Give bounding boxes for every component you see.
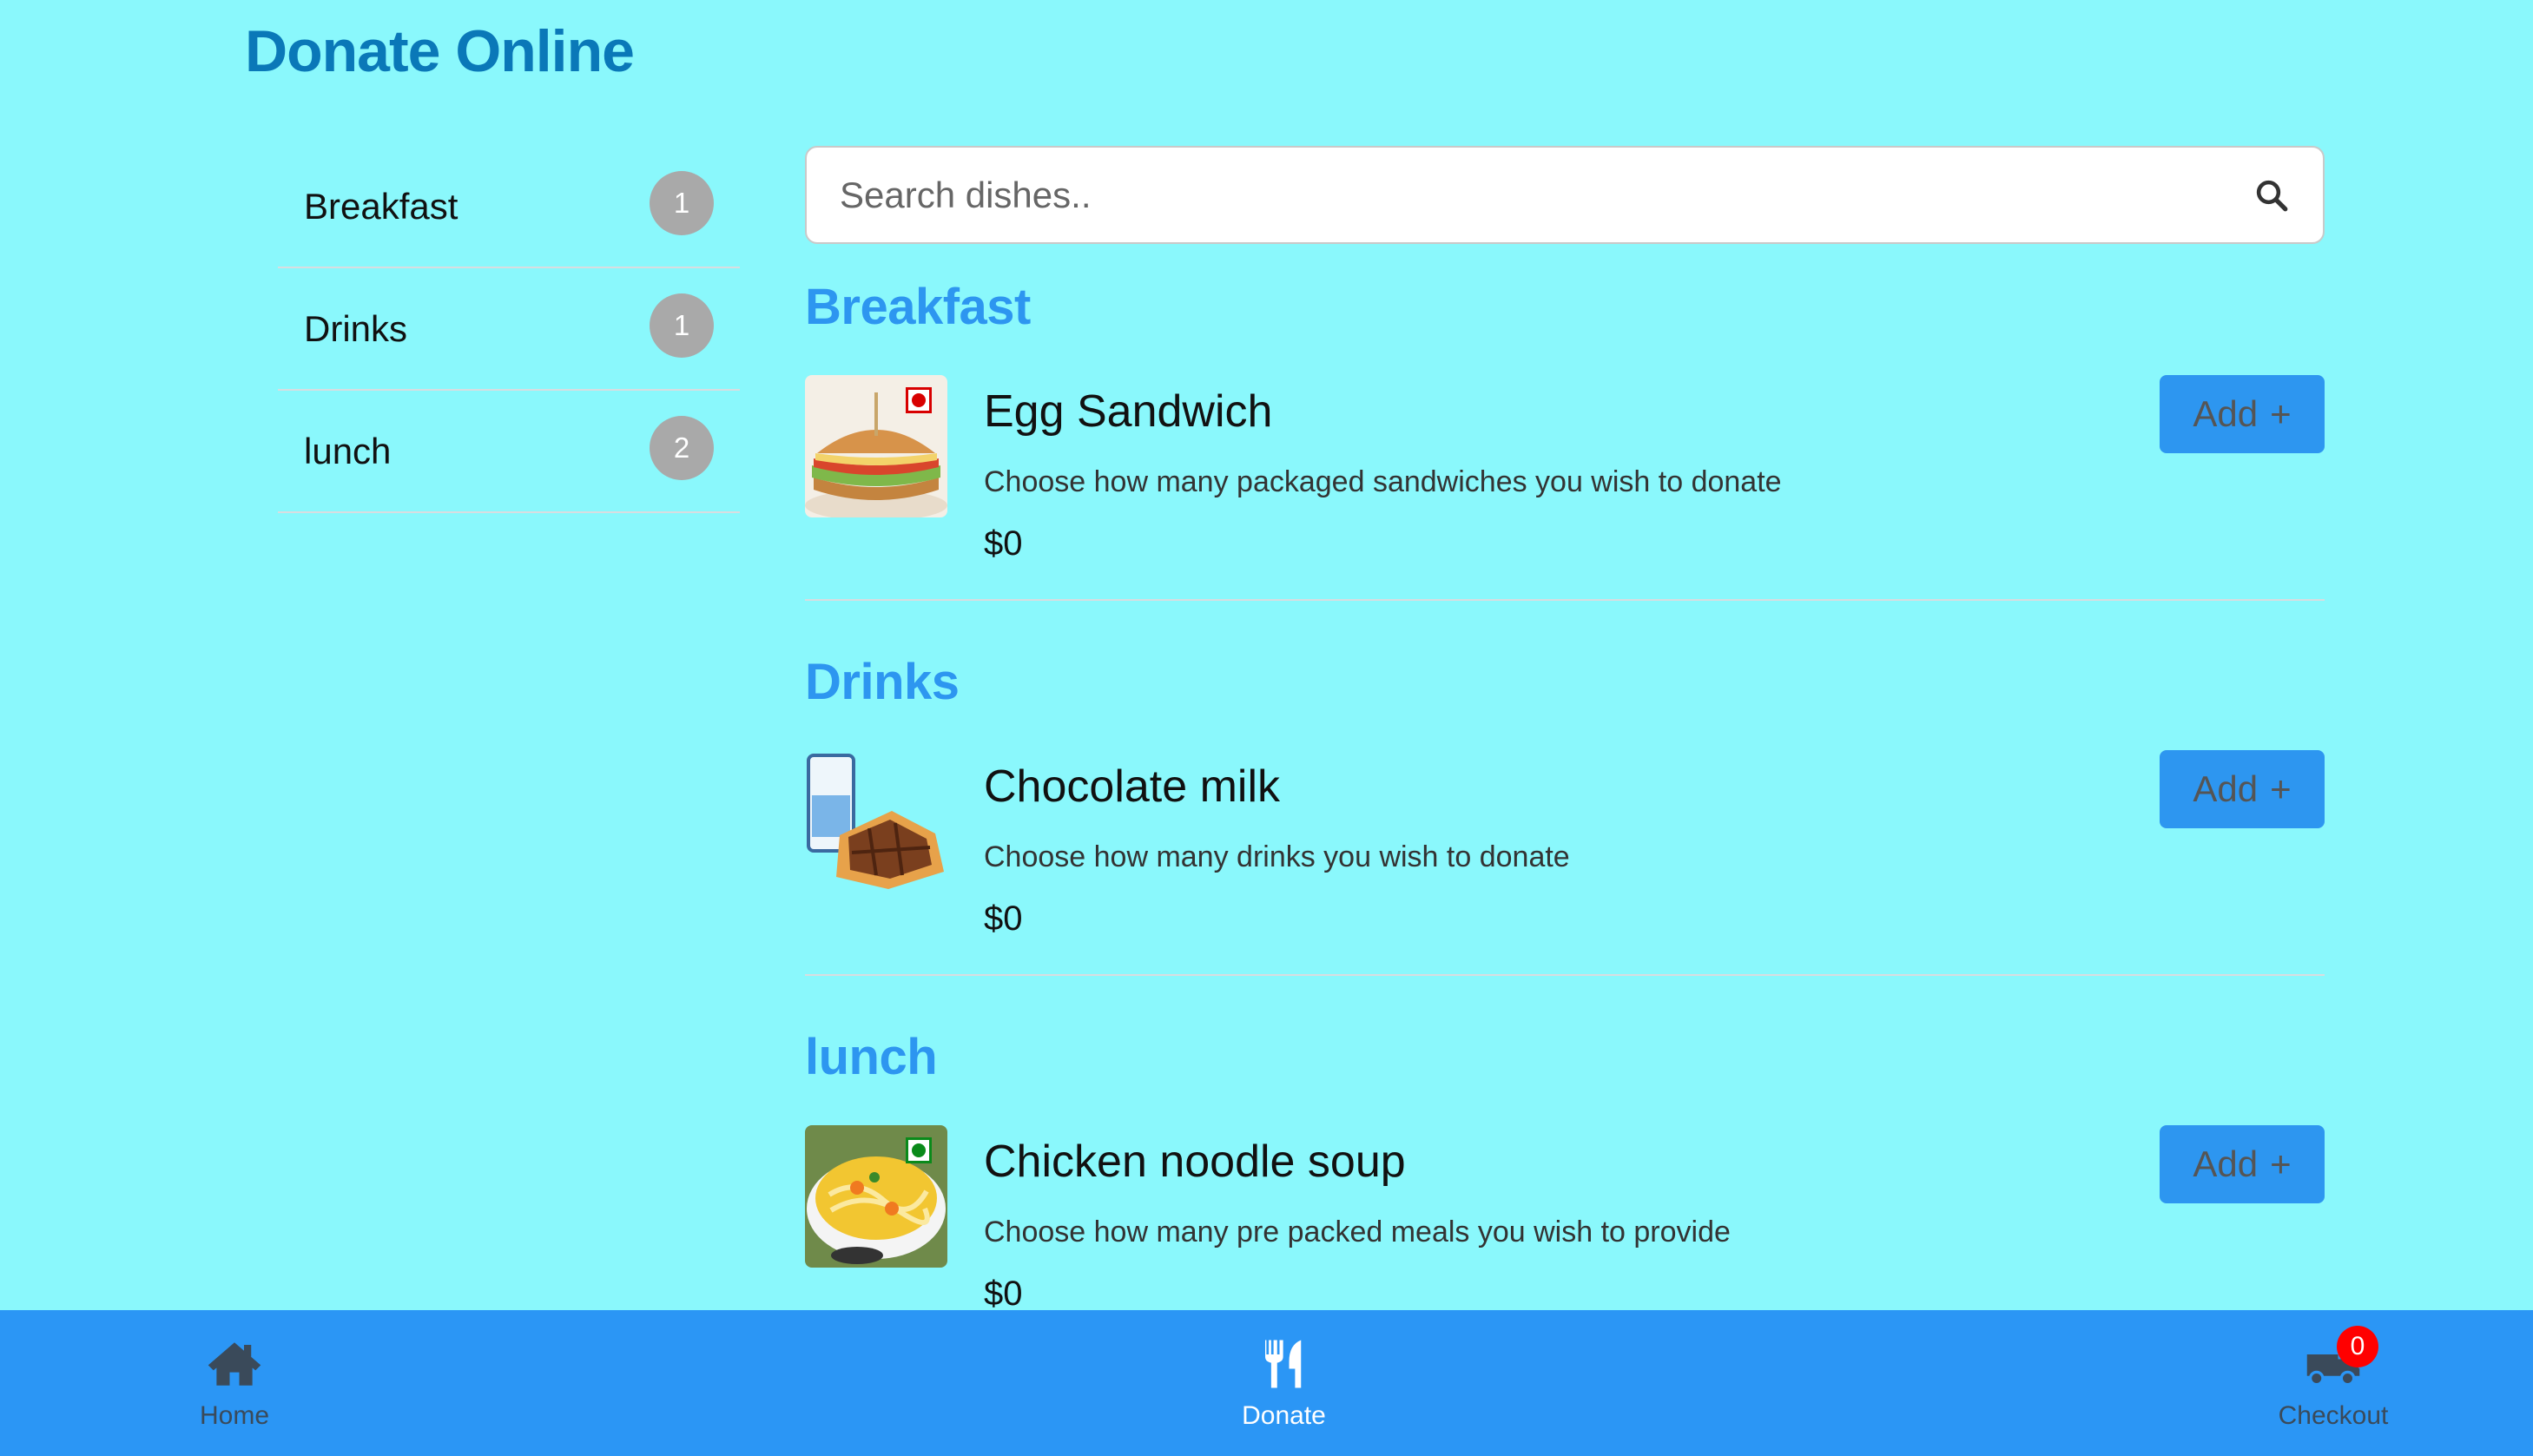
plus-icon: + xyxy=(2270,1143,2292,1184)
nav-home-label: Home xyxy=(199,1401,270,1430)
section-title: lunch xyxy=(805,1029,938,1085)
dish-list: Breakfast Egg Sandwich Choose how many p… xyxy=(805,278,2325,1351)
veg-mark-icon xyxy=(906,1137,932,1163)
utensils-icon xyxy=(1264,1340,1301,1388)
add-label: Add xyxy=(2193,393,2259,434)
sidebar-item-count: 2 xyxy=(650,415,714,480)
dish-name: Egg Sandwich xyxy=(984,386,1273,437)
search-bar xyxy=(805,146,2325,244)
add-button[interactable]: Add + xyxy=(2160,750,2325,828)
sidebar-item-count: 1 xyxy=(650,170,714,235)
nav-checkout[interactable]: 0 Checkout xyxy=(2264,1310,2403,1456)
sidebar-item-label: lunch xyxy=(304,430,392,471)
add-button[interactable]: Add + xyxy=(2160,375,2325,453)
dish-price: $0 xyxy=(984,1275,1023,1313)
add-label: Add xyxy=(2193,1143,2259,1184)
dish-item: Egg Sandwich Choose how many packaged sa… xyxy=(805,375,2325,601)
nav-donate-label: Donate xyxy=(1242,1401,1326,1430)
add-button[interactable]: Add + xyxy=(2160,1125,2325,1203)
sidebar-item-label: Breakfast xyxy=(304,185,458,227)
sidebar-item-label: Drinks xyxy=(304,307,408,349)
section-title: Breakfast xyxy=(805,279,1031,335)
page-title: Donate Online xyxy=(245,18,635,84)
dish-name: Chicken noodle soup xyxy=(984,1136,1406,1187)
non-veg-mark-icon xyxy=(906,387,932,413)
noodle-soup-image xyxy=(805,1125,947,1268)
section-title: Drinks xyxy=(805,654,960,710)
sidebar-item-drinks[interactable]: Drinks 1 xyxy=(278,268,740,391)
nav-donate[interactable]: Donate xyxy=(1215,1310,1354,1456)
plus-icon: + xyxy=(2270,768,2292,809)
dish-item: Chocolate milk Choose how many drinks yo… xyxy=(805,750,2325,976)
plus-icon: + xyxy=(2270,393,2292,434)
nav-home[interactable]: Home xyxy=(165,1310,304,1456)
bottom-nav: Home Donate 0 Checkout xyxy=(0,1310,2533,1456)
section-lunch: lunch Chicken noodle soup Choose how man… xyxy=(805,1028,2325,1351)
sidebar-item-breakfast[interactable]: Breakfast 1 xyxy=(278,146,740,268)
dish-price: $0 xyxy=(984,524,1023,563)
dish-description: Choose how many packaged sandwiches you … xyxy=(984,465,1782,498)
sandwich-image xyxy=(805,375,947,517)
cart-count-badge: 0 xyxy=(2337,1326,2378,1367)
category-sidebar: Breakfast 1 Drinks 1 lunch 2 xyxy=(278,146,740,513)
add-label: Add xyxy=(2193,768,2259,809)
nav-checkout-label: Checkout xyxy=(2278,1401,2389,1430)
search-input[interactable] xyxy=(840,174,2253,216)
dish-description: Choose how many pre packed meals you wis… xyxy=(984,1216,1731,1248)
section-breakfast: Breakfast Egg Sandwich Choose how many p… xyxy=(805,278,2325,601)
section-drinks: Drinks Chocolate milk Choose how many dr… xyxy=(805,653,2325,976)
dish-name: Chocolate milk xyxy=(984,761,1281,812)
sidebar-item-lunch[interactable]: lunch 2 xyxy=(278,391,740,513)
sidebar-item-count: 1 xyxy=(650,293,714,358)
home-icon xyxy=(208,1342,261,1386)
search-icon[interactable] xyxy=(2253,177,2290,214)
chocolate-milk-image xyxy=(805,750,947,893)
dish-price: $0 xyxy=(984,899,1023,938)
dish-description: Choose how many drinks you wish to donat… xyxy=(984,840,1570,873)
